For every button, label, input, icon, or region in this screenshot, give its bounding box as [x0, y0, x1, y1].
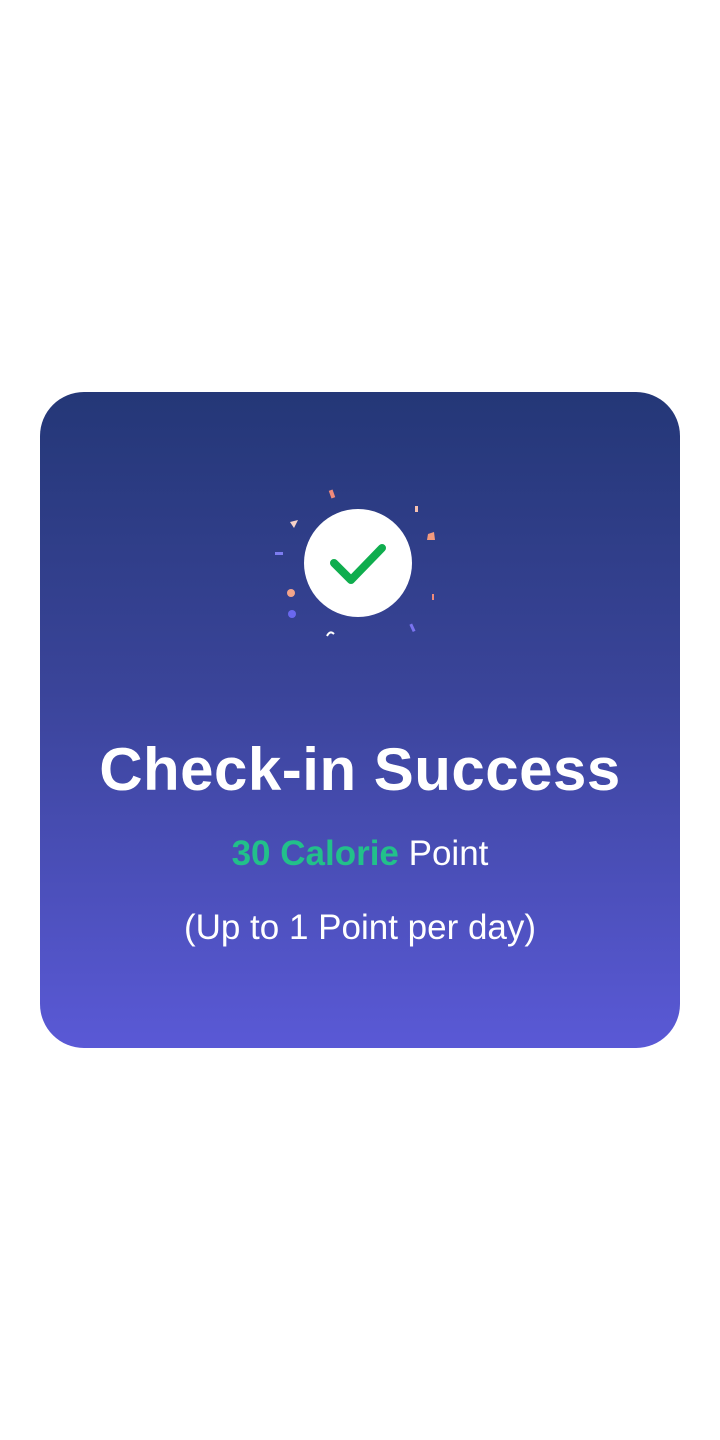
points-earned: 30 Calorie Point — [40, 830, 680, 878]
daily-limit-note: (Up to 1 Point per day) — [183, 908, 537, 947]
points-label: Point — [408, 834, 489, 873]
points-amount: 30 Calorie — [231, 834, 399, 873]
success-icon-container — [272, 484, 448, 660]
check-circle-icon — [275, 489, 435, 637]
success-title: Check-in Success — [99, 736, 621, 803]
check-in-success-card: Check-in Success 30 Calorie Point (Up to… — [40, 392, 680, 1048]
